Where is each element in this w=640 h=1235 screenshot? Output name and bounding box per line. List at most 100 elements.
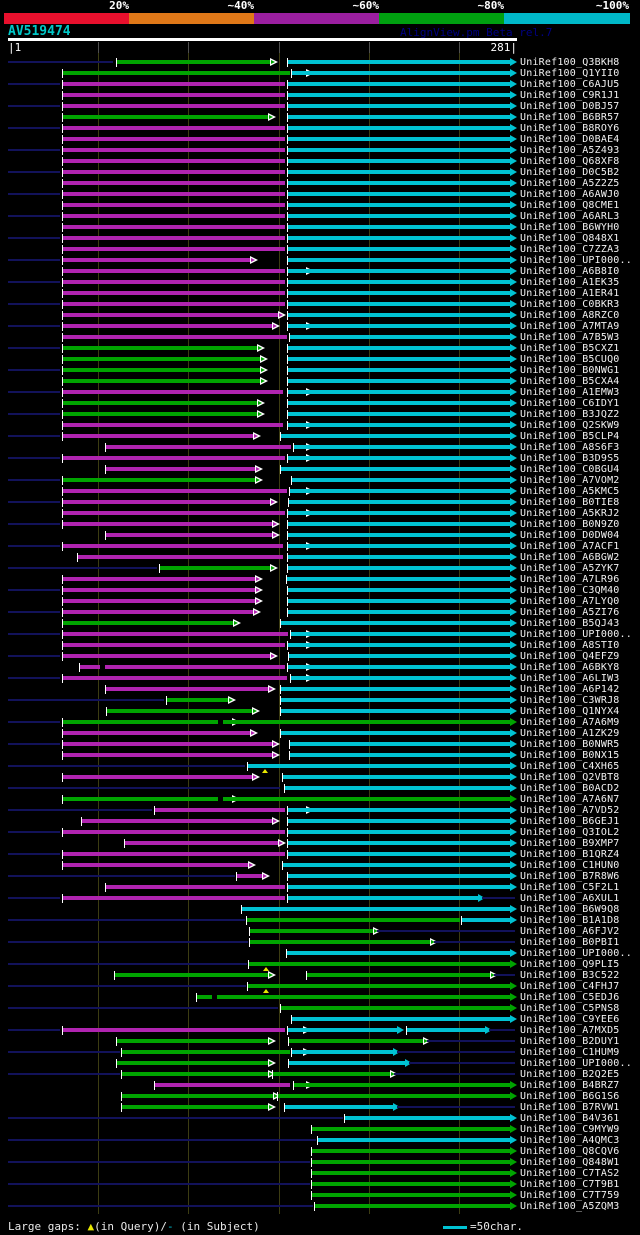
alignment-segment — [345, 1116, 510, 1120]
alignment-row: UniRef100_C3WRJ8 — [0, 695, 640, 706]
alignment-row: UniRef100_A5KMC5 — [0, 486, 640, 497]
alignment-row: UniRef100_Q8CQV6 — [0, 1146, 640, 1157]
navy-range-line — [8, 545, 60, 547]
alignment-segment — [288, 423, 306, 427]
alignment-segment — [288, 159, 510, 163]
alignment-row: UniRef100_B6W9Q8 — [0, 904, 640, 915]
alignment-segment — [289, 1039, 423, 1043]
alignment-row: UniRef100_B7RVW1 — [0, 1102, 640, 1113]
segment-end-arrow-icon — [510, 366, 517, 374]
segment-end-arrow-icon — [510, 619, 517, 627]
alignment-segment — [288, 1028, 303, 1032]
alignment-segment — [290, 742, 510, 746]
alignment-row: UniRef100_B6WYH0 — [0, 222, 640, 233]
alignment-segment — [292, 1017, 510, 1021]
navy-range-line — [8, 237, 60, 239]
alignment-row: UniRef100_B0ACD2 — [0, 783, 640, 794]
hit-label: UniRef100_B5CUQ0 — [520, 354, 620, 365]
hit-label: UniRef100_UPI000.. — [520, 948, 632, 959]
alignment-row: UniRef100_A7A6M9 — [0, 717, 640, 728]
alignment-segment — [247, 918, 460, 922]
ruler: |1 281| — [0, 42, 640, 53]
alignment-segment — [288, 247, 510, 251]
hit-label: UniRef100_C5PNS8 — [520, 1003, 620, 1014]
hit-label: UniRef100_Q1YII0 — [520, 68, 620, 79]
scale-label-20: 20% — [109, 0, 129, 12]
segment-end-arrow-icon — [510, 69, 517, 77]
hit-label: UniRef100_A6BGW2 — [520, 552, 620, 563]
alignment-segment — [288, 819, 510, 823]
navy-range-line — [8, 479, 60, 481]
subject-gap-marker-icon: - — [166, 1220, 174, 1233]
alignment-segment — [281, 731, 510, 735]
alignment-row: UniRef100_D0BAE4 — [0, 134, 640, 145]
hit-label: UniRef100_Q3IOL2 — [520, 827, 620, 838]
gaps-legend-text: Large gaps: ▲(in Query)/- (in Subject) — [8, 1220, 260, 1233]
navy-range-line — [8, 963, 247, 965]
alignment-segment — [288, 522, 510, 526]
segment-end-arrow-icon — [510, 883, 517, 891]
scale-segment-red — [4, 13, 129, 24]
segment-end-arrow-icon — [510, 212, 517, 220]
alignment-segment — [288, 126, 510, 130]
segment-end-arrow-icon — [510, 553, 517, 561]
hit-label: UniRef100_B5CXZ1 — [520, 343, 620, 354]
navy-range-line — [8, 1007, 278, 1009]
segment-open-arrow-inner — [261, 368, 265, 372]
hit-label: UniRef100_B2DUY1 — [520, 1036, 620, 1047]
segment-end-arrow-icon — [510, 729, 517, 737]
alignment-row: UniRef100_C9R1J1 — [0, 90, 640, 101]
segment-end-arrow-icon — [510, 300, 517, 308]
alignment-segment — [288, 841, 510, 845]
segment-end-arrow-icon — [510, 377, 517, 385]
segment-end-arrow-icon — [510, 1004, 517, 1012]
alignment-row: UniRef100_Q8CME1 — [0, 200, 640, 211]
navy-range-line — [8, 897, 60, 899]
alignment-row: UniRef100_Q848W1 — [0, 1157, 640, 1168]
scale-label-80: ~80% — [477, 0, 505, 12]
alignment-row: UniRef100_C4XH65 — [0, 761, 640, 773]
hit-label: UniRef100_C0BGU4 — [520, 464, 620, 475]
hit-label: UniRef100_C0BKR3 — [520, 299, 620, 310]
alignment-row: UniRef100_Q2SKW9 — [0, 420, 640, 431]
alignment-segment — [278, 1094, 510, 1098]
alignment-row: UniRef100_B5CUQ0 — [0, 354, 640, 365]
hit-label: UniRef100_A6AWJ0 — [520, 189, 620, 200]
hit-label: UniRef100_B0TIE8 — [520, 497, 620, 508]
alignment-segment — [288, 368, 510, 372]
alignment-segment — [106, 445, 291, 449]
hit-label: UniRef100_A5ZQM3 — [520, 1201, 620, 1212]
hit-label: UniRef100_C3QM40 — [520, 585, 620, 596]
scalebar-label: =50char. — [470, 1220, 523, 1233]
segment-end-arrow-icon — [510, 905, 517, 913]
hit-label: UniRef100_A5ZYK7 — [520, 563, 620, 574]
alignment-segment — [288, 599, 510, 603]
alignment-row: UniRef100_UPI000.. — [0, 255, 640, 266]
hit-label: UniRef100_A6LIW3 — [520, 673, 620, 684]
alignment-segment — [283, 863, 510, 867]
hit-label: UniRef100_Q2SKW9 — [520, 420, 620, 431]
segment-end-arrow-icon — [510, 861, 517, 869]
alignment-segment — [80, 665, 285, 669]
alignment-segment — [63, 170, 285, 174]
alignment-segment — [288, 852, 510, 856]
navy-range-line — [8, 457, 60, 459]
navy-range-line — [8, 633, 60, 635]
alignment-segment — [288, 511, 306, 515]
segment-open-arrow-inner — [273, 522, 277, 526]
segment-open-arrow-inner — [269, 1039, 273, 1043]
alignment-segment — [63, 291, 285, 295]
scale-segment-green — [379, 13, 504, 24]
subject-gap-marker — [218, 797, 223, 801]
navy-range-line — [8, 677, 60, 679]
hit-label: UniRef100_A6XUL1 — [520, 893, 620, 904]
navy-range-line — [8, 325, 60, 327]
hit-label: UniRef100_A1EMW3 — [520, 387, 620, 398]
segment-end-arrow-icon — [510, 179, 517, 187]
alignment-segment — [63, 489, 287, 493]
hit-label: UniRef100_A7B5W3 — [520, 332, 620, 343]
scale-segment-orange — [129, 13, 254, 24]
hit-label: UniRef100_B1QRZ4 — [520, 849, 620, 860]
segment-end-arrow-icon — [510, 201, 517, 209]
segment-end-arrow-icon — [510, 333, 517, 341]
